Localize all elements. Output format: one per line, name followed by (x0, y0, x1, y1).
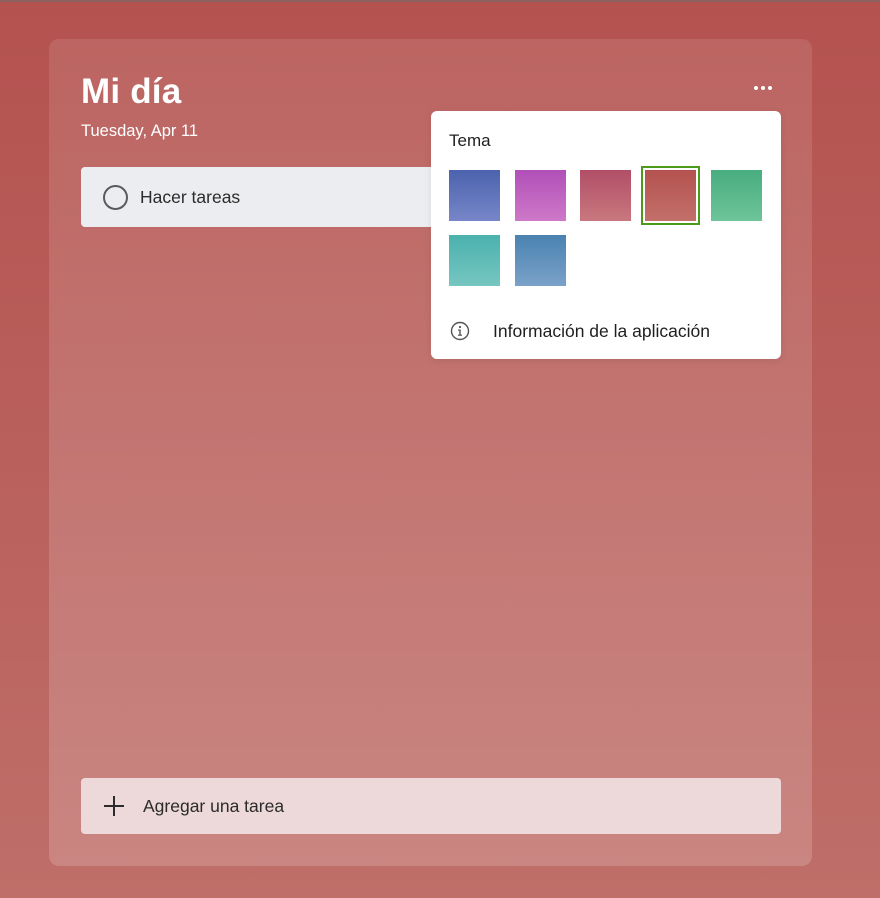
theme-swatch-blue[interactable] (449, 170, 500, 221)
task-label: Hacer tareas (140, 186, 241, 207)
window-top-border (0, 0, 880, 2)
task-complete-checkbox[interactable] (103, 184, 128, 210)
theme-swatch-teal[interactable] (449, 235, 500, 286)
theme-swatch-rose[interactable] (580, 170, 631, 221)
more-dots-icon (754, 86, 758, 90)
theme-menu-title: Tema (449, 131, 491, 150)
app-info-menu-item[interactable]: Información de la aplicación (449, 316, 769, 346)
plus-icon (104, 796, 124, 816)
more-options-button[interactable] (746, 76, 780, 100)
theme-swatch-purple[interactable] (515, 170, 566, 221)
theme-menu: Tema Información de la aplicación (431, 111, 781, 359)
add-task-label: Agregar una tarea (143, 795, 285, 816)
task-item[interactable]: Hacer tareas (81, 167, 441, 227)
app-info-label: Información de la aplicación (493, 320, 710, 341)
theme-swatch-steel-blue[interactable] (515, 235, 566, 286)
theme-swatch-red[interactable] (641, 166, 700, 225)
theme-swatch-green[interactable] (711, 170, 762, 221)
page-title: Mi día (81, 72, 182, 111)
page-date: Tuesday, Apr 11 (81, 122, 199, 140)
info-icon (450, 321, 470, 341)
add-task-button[interactable]: Agregar una tarea (81, 778, 781, 834)
